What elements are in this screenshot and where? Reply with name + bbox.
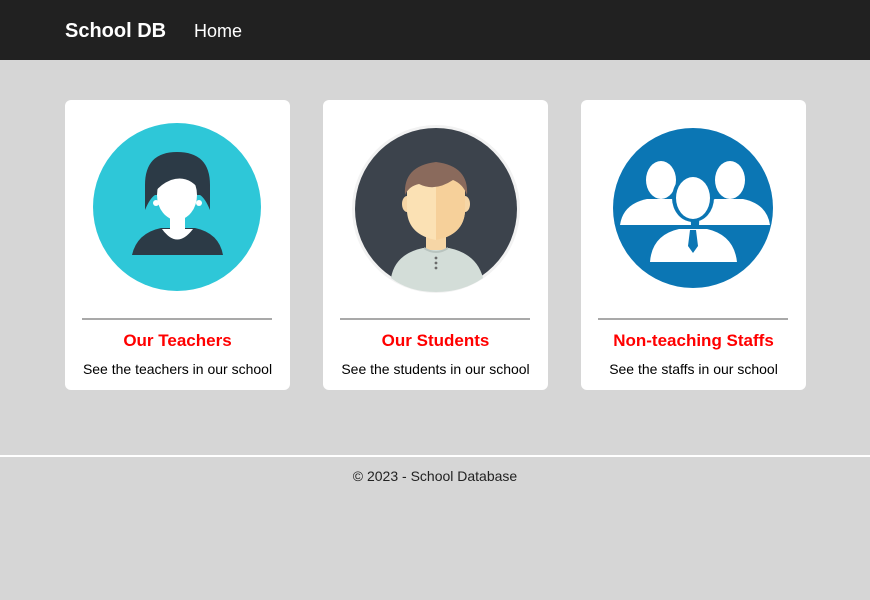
footer-copyright: © 2023 - School Database: [352, 468, 518, 484]
teacher-image[interactable]: [65, 100, 290, 315]
card-divider: [82, 318, 272, 320]
card-title-staff[interactable]: Non-teaching Staffs: [581, 331, 806, 351]
card-teachers[interactable]: Our Teachers See the teachers in our sch…: [65, 100, 290, 390]
card-divider: [598, 318, 788, 320]
card-text-teachers: See the teachers in our school: [82, 361, 273, 377]
student-icon: [352, 125, 520, 293]
card-text-staff: See the staffs in our school: [609, 361, 778, 377]
card-staff[interactable]: Non-teaching Staffs See the staffs in ou…: [581, 100, 806, 390]
card-divider: [340, 318, 530, 320]
staff-group-icon: [613, 128, 773, 288]
card-students[interactable]: Our Students See the students in our sch…: [323, 100, 548, 390]
teacher-icon: [93, 123, 261, 291]
brand-link[interactable]: School DB: [65, 18, 166, 44]
card-text-students: See the students in our school: [341, 361, 530, 377]
staff-image[interactable]: [581, 100, 806, 315]
student-image[interactable]: [323, 100, 548, 315]
nav-link-home[interactable]: Home: [194, 19, 242, 43]
footer-divider: [0, 455, 870, 457]
card-title-students[interactable]: Our Students: [323, 331, 548, 351]
navbar: School DB Home: [0, 0, 870, 60]
card-title-teachers[interactable]: Our Teachers: [65, 331, 290, 351]
